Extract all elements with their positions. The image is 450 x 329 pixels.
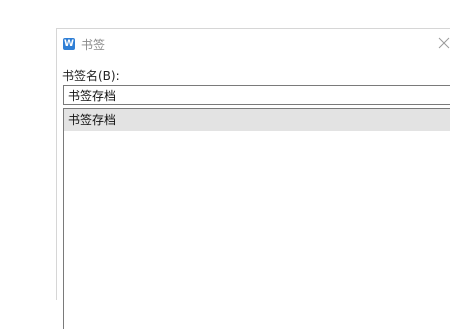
bookmark-name-input[interactable] bbox=[63, 85, 450, 105]
title-bar[interactable]: W 书签 bbox=[57, 29, 450, 59]
bookmark-dialog: W 书签 书签名(B): 书签存档 bbox=[56, 28, 450, 329]
close-icon[interactable] bbox=[438, 37, 450, 49]
bookmark-list[interactable]: 书签存档 bbox=[63, 108, 450, 329]
bookmark-name-label: 书签名(B): bbox=[62, 69, 120, 83]
dialog-title: 书签 bbox=[81, 38, 106, 52]
bookmark-list-item[interactable]: 书签存档 bbox=[64, 109, 450, 131]
writer-app-icon: W bbox=[63, 38, 75, 50]
